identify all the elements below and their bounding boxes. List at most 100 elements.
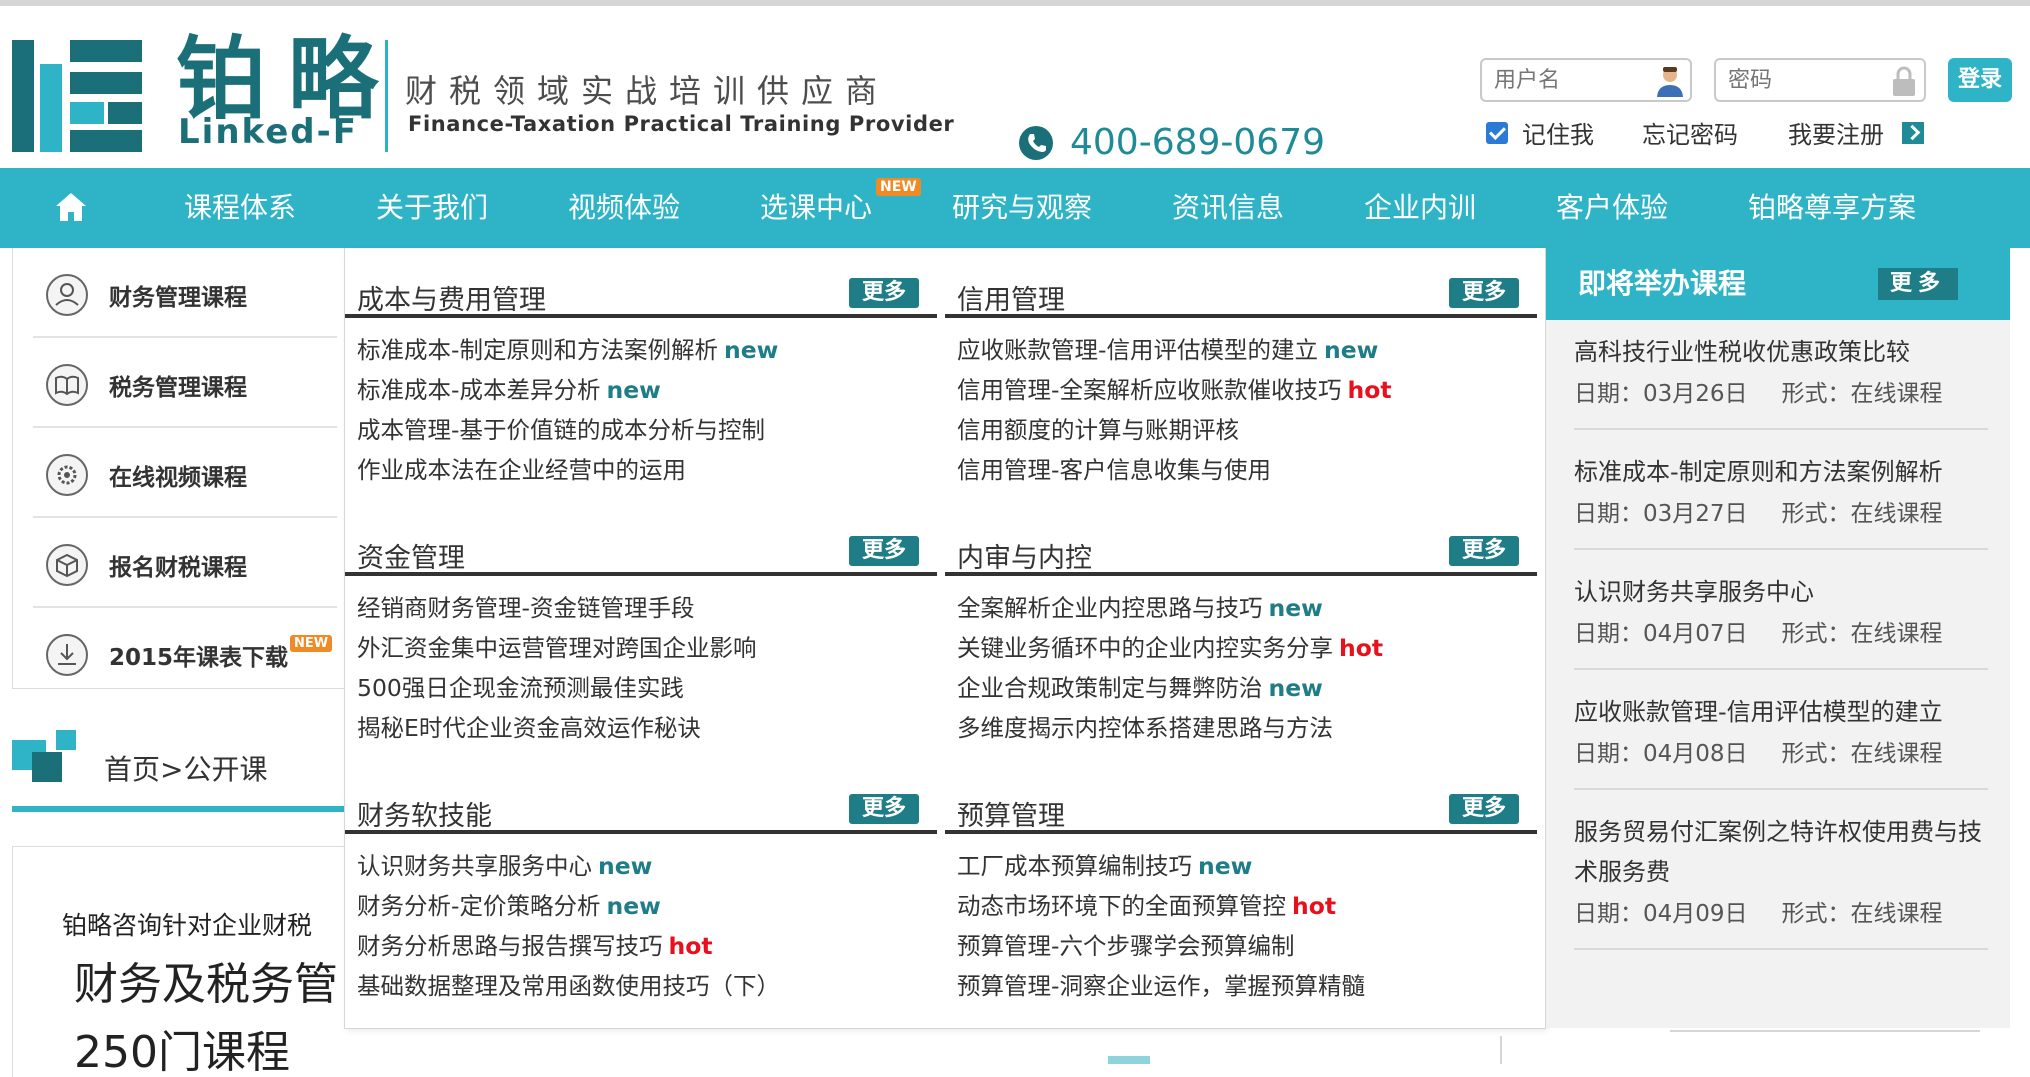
course-link[interactable]: 揭秘E时代企业资金高效运作秘诀 <box>357 708 937 748</box>
upcoming-item[interactable]: 认识财务共享服务中心 日期：04月07日 形式：在线课程 <box>1574 572 1988 670</box>
main-nav: 课程体系 关于我们 视频体验 选课中心 NEW 研究与观察 资讯信息 企业内训 … <box>0 168 2030 248</box>
upcoming-form: 形式：在线课程 <box>1781 501 1943 527</box>
nav-item-about[interactable]: 关于我们 <box>376 168 488 248</box>
course-link[interactable]: 500强日企现金流预测最佳实践 <box>357 668 937 708</box>
category-budget: 预算管理 更多 工厂成本预算编制技巧 new 动态市场环境下的全面预算管控 hot … <box>945 772 1537 1006</box>
forgot-password-link[interactable]: 忘记密码 <box>1642 115 1738 150</box>
logo-mark-icon[interactable] <box>12 40 142 152</box>
category-title[interactable]: 资金管理 <box>357 536 465 575</box>
nav-item-clients[interactable]: 客户体验 <box>1556 168 1668 248</box>
course-link[interactable]: 信用管理-客户信息收集与使用 <box>957 450 1537 490</box>
more-button[interactable]: 更多 <box>849 536 919 566</box>
upcoming-name[interactable]: 应收账款管理-信用评估模型的建立 <box>1574 692 1988 732</box>
divider <box>1670 1030 1980 1032</box>
category-header: 预算管理 更多 <box>945 772 1537 834</box>
user-icon <box>1657 67 1683 97</box>
home-icon[interactable] <box>54 190 88 224</box>
section-icon <box>12 730 76 782</box>
course-link[interactable]: 成本管理-基于价值链的成本分析与控制 <box>357 410 937 450</box>
person-icon <box>46 274 88 316</box>
course-link[interactable]: 关键业务循环中的企业内控实务分享 hot <box>957 628 1537 668</box>
intro-clip: 铂略咨询针对企业财税 财务及税务管 250门课程 <box>0 846 344 1076</box>
category-header: 内审与内控 更多 <box>945 514 1537 576</box>
course-link[interactable]: 应收账款管理-信用评估模型的建立 new <box>957 330 1537 370</box>
course-link[interactable]: 作业成本法在企业经营中的运用 <box>357 450 937 490</box>
sidebar-item-schedule-download[interactable]: 2015年课表下载 NEW <box>33 610 333 700</box>
register-link[interactable]: 我要注册 <box>1788 115 1924 150</box>
nav-item-research[interactable]: 研究与观察 <box>952 168 1092 248</box>
hotline: 400-689-0679 <box>1018 122 1325 163</box>
course-dropdown-panel: 成本与费用管理 更多 标准成本-制定原则和方法案例解析 new 标准成本-成本差异… <box>344 248 1546 1029</box>
logo-text-en[interactable]: Linked-F <box>178 112 358 152</box>
course-link[interactable]: 标准成本-成本差异分析 new <box>357 370 937 410</box>
breadcrumb: 首页>公开课 <box>104 753 268 786</box>
more-button[interactable]: 更多 <box>1449 278 1519 308</box>
remember-checkbox[interactable] <box>1486 121 1508 144</box>
upcoming-name[interactable]: 标准成本-制定原则和方法案例解析 <box>1574 452 1988 492</box>
category-title[interactable]: 财务软技能 <box>357 794 492 833</box>
course-link[interactable]: 认识财务共享服务中心 new <box>357 846 937 886</box>
course-link[interactable]: 工厂成本预算编制技巧 new <box>957 846 1537 886</box>
course-link[interactable]: 全案解析企业内控思路与技巧 new <box>957 588 1537 628</box>
nav-item-video[interactable]: 视频体验 <box>568 168 680 248</box>
login-button[interactable]: 登录 <box>1948 58 2012 102</box>
course-link[interactable]: 外汇资金集中运营管理对跨国企业影响 <box>357 628 937 668</box>
intro-count: 250门课程 <box>74 1027 290 1076</box>
category-header: 成本与费用管理 更多 <box>345 256 937 318</box>
chevron-right-icon <box>1902 121 1924 144</box>
more-button[interactable]: 更多 <box>1449 794 1519 824</box>
nav-item-premium[interactable]: 铂略尊享方案 <box>1748 168 1916 248</box>
nav-item-inhouse[interactable]: 企业内训 <box>1364 168 1476 248</box>
course-link[interactable]: 标准成本-制定原则和方法案例解析 new <box>357 330 937 370</box>
new-badge: NEW <box>876 178 921 196</box>
course-link[interactable]: 财务分析-定价策略分析 new <box>357 886 937 926</box>
hot-tag: hot <box>1292 892 1337 920</box>
sidebar-item-finance[interactable]: 财务管理课程 <box>33 250 333 340</box>
sidebar-item-tax[interactable]: 税务管理课程 <box>33 340 333 430</box>
download-icon <box>46 634 88 676</box>
upcoming-name[interactable]: 认识财务共享服务中心 <box>1574 572 1988 612</box>
new-tag: new <box>1198 852 1253 880</box>
category-header: 财务软技能 更多 <box>345 772 937 834</box>
nav-item-news[interactable]: 资讯信息 <box>1172 168 1284 248</box>
upcoming-item[interactable]: 高科技行业性税收优惠政策比较 日期：03月26日 形式：在线课程 <box>1574 332 1988 430</box>
upcoming-item[interactable]: 标准成本-制定原则和方法案例解析 日期：03月27日 形式：在线课程 <box>1574 452 1988 550</box>
category-title[interactable]: 预算管理 <box>957 794 1065 833</box>
sidebar-item-enroll[interactable]: 报名财税课程 <box>33 520 333 610</box>
category-funds: 资金管理 更多 经销商财务管理-资金链管理手段 外汇资金集中运营管理对跨国企业影… <box>345 514 937 748</box>
more-button[interactable]: 更多 <box>849 278 919 308</box>
remember-me[interactable]: 记住我 <box>1486 115 1594 150</box>
more-button[interactable]: 更多 <box>1449 536 1519 566</box>
upcoming-more-button[interactable]: 更多 <box>1878 268 1958 300</box>
divider <box>33 606 337 608</box>
course-link[interactable]: 基础数据整理及常用函数使用技巧（下） <box>357 966 937 1006</box>
logo-divider <box>385 40 388 152</box>
upcoming-item[interactable]: 服务贸易付汇案例之特许权使用费与技术服务费 日期：04月09日 形式：在线课程 <box>1574 812 1988 950</box>
course-link[interactable]: 经销商财务管理-资金链管理手段 <box>357 588 937 628</box>
course-link[interactable]: 多维度揭示内控体系搭建思路与方法 <box>957 708 1537 748</box>
nav-item-courses[interactable]: 课程体系 <box>184 168 296 248</box>
course-link[interactable]: 预算管理-六个步骤学会预算编制 <box>957 926 1537 966</box>
hot-tag: hot <box>1347 376 1392 404</box>
category-cost: 成本与费用管理 更多 标准成本-制定原则和方法案例解析 new 标准成本-成本差异… <box>345 256 937 490</box>
upcoming-name[interactable]: 服务贸易付汇案例之特许权使用费与技术服务费 <box>1574 812 1988 892</box>
upcoming-item[interactable]: 应收账款管理-信用评估模型的建立 日期：04月08日 形式：在线课程 <box>1574 692 1988 790</box>
course-link[interactable]: 财务分析思路与报告撰写技巧 hot <box>357 926 937 966</box>
course-link[interactable]: 信用额度的计算与账期评核 <box>957 410 1537 450</box>
upcoming-courses-panel: 即将举办课程 更多 高科技行业性税收优惠政策比较 日期：03月26日 形式：在线课… <box>1546 248 2010 1028</box>
course-link[interactable]: 信用管理-全案解析应收账款催收技巧 hot <box>957 370 1537 410</box>
slogan-en: Finance-Taxation Practical Training Prov… <box>408 112 955 136</box>
category-title[interactable]: 内审与内控 <box>957 536 1092 575</box>
remember-label: 记住我 <box>1522 121 1594 149</box>
course-link[interactable]: 企业合规政策制定与舞弊防治 new <box>957 668 1537 708</box>
upcoming-name[interactable]: 高科技行业性税收优惠政策比较 <box>1574 332 1988 372</box>
upcoming-form: 形式：在线课程 <box>1781 381 1943 407</box>
more-button[interactable]: 更多 <box>849 794 919 824</box>
divider <box>1500 1036 1502 1064</box>
category-title[interactable]: 成本与费用管理 <box>357 278 546 317</box>
course-link[interactable]: 动态市场环境下的全面预算管控 hot <box>957 886 1537 926</box>
sidebar-item-online-video[interactable]: 在线视频课程 <box>33 430 333 520</box>
category-title[interactable]: 信用管理 <box>957 278 1065 317</box>
nav-item-course-center[interactable]: 选课中心 <box>760 168 872 248</box>
course-link[interactable]: 预算管理-洞察企业运作，掌握预算精髓 <box>957 966 1537 1006</box>
